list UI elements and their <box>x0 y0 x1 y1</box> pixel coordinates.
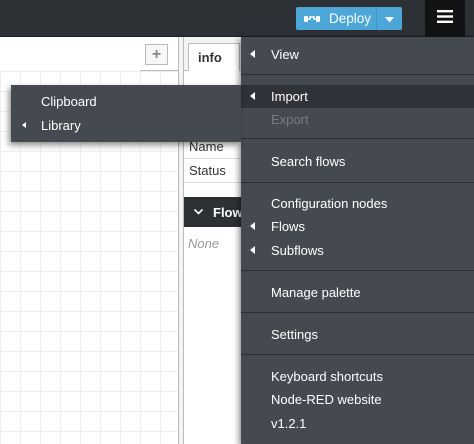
menu-item-label: Configuration nodes <box>271 196 388 211</box>
header-bar: Deploy <box>0 0 474 37</box>
menu-item-settings[interactable]: Settings <box>241 323 474 346</box>
import-submenu: Clipboard Library <box>11 85 241 142</box>
submenu-item-library[interactable]: Library <box>11 114 241 137</box>
menu-item-label: Subflows <box>271 243 324 258</box>
section-title: Flow <box>213 204 243 220</box>
workspace-tab-bar: + <box>0 37 178 71</box>
workspace-tab[interactable] <box>0 37 140 71</box>
menu-divider <box>241 270 474 271</box>
menu-divider <box>241 138 474 139</box>
menu-item-view[interactable]: View <box>241 43 474 66</box>
submenu-arrow-icon <box>250 50 255 58</box>
submenu-arrow-icon <box>250 246 255 254</box>
node-red-editor: Deploy + info Name Status Flow None View… <box>0 0 474 444</box>
menu-item-label: Export <box>271 112 309 127</box>
menu-item-version[interactable]: v1.2.1 <box>241 412 474 435</box>
menu-item-label: Search flows <box>271 154 346 169</box>
menu-item-label: Settings <box>271 327 318 342</box>
menu-item-flows[interactable]: Flows <box>241 215 474 238</box>
menu-item-label: Keyboard shortcuts <box>271 369 384 384</box>
menu-item-website[interactable]: Node-RED website <box>241 388 474 411</box>
main-menu: View Import Export Search flows Configur… <box>241 37 474 444</box>
submenu-arrow-icon <box>250 92 255 100</box>
deploy-dropdown-button[interactable] <box>376 7 402 30</box>
menu-item-import[interactable]: Import <box>241 85 474 108</box>
menu-item-keyboard-shortcuts[interactable]: Keyboard shortcuts <box>241 365 474 388</box>
submenu-arrow-icon <box>22 122 26 128</box>
menu-item-configuration-nodes[interactable]: Configuration nodes <box>241 192 474 215</box>
menu-item-label: Node-RED website <box>271 392 382 407</box>
menu-item-search-flows[interactable]: Search flows <box>241 150 474 173</box>
menu-item-label: Import <box>271 89 308 104</box>
hamburger-menu-icon <box>437 9 453 28</box>
menu-divider <box>241 74 474 75</box>
deploy-icon <box>304 14 320 24</box>
status-label: Status <box>189 163 226 178</box>
deploy-button[interactable]: Deploy <box>296 7 402 30</box>
menu-item-label: Clipboard <box>41 94 97 109</box>
submenu-arrow-icon <box>250 222 255 230</box>
add-flow-button[interactable]: + <box>145 44 168 65</box>
none-text: None <box>188 236 220 251</box>
menu-item-label: Library <box>41 118 81 133</box>
chevron-down-icon <box>194 209 203 215</box>
plus-icon: + <box>151 45 162 63</box>
deploy-main[interactable]: Deploy <box>296 7 376 30</box>
menu-item-label: v1.2.1 <box>271 416 307 431</box>
menu-item-subflows[interactable]: Subflows <box>241 239 474 262</box>
menu-item-label: View <box>271 47 299 62</box>
menu-divider <box>241 354 474 355</box>
deploy-label: Deploy <box>329 11 372 26</box>
menu-item-label: Flows <box>271 219 305 234</box>
menu-item-manage-palette[interactable]: Manage palette <box>241 281 474 304</box>
menu-divider <box>241 312 474 313</box>
menu-item-export: Export <box>241 108 474 131</box>
caret-down-icon <box>385 10 394 28</box>
menu-divider <box>241 182 474 183</box>
main-menu-button[interactable] <box>425 0 465 37</box>
submenu-item-clipboard[interactable]: Clipboard <box>11 90 241 113</box>
menu-item-label: Manage palette <box>271 285 361 300</box>
tab-info[interactable]: info <box>188 43 240 71</box>
